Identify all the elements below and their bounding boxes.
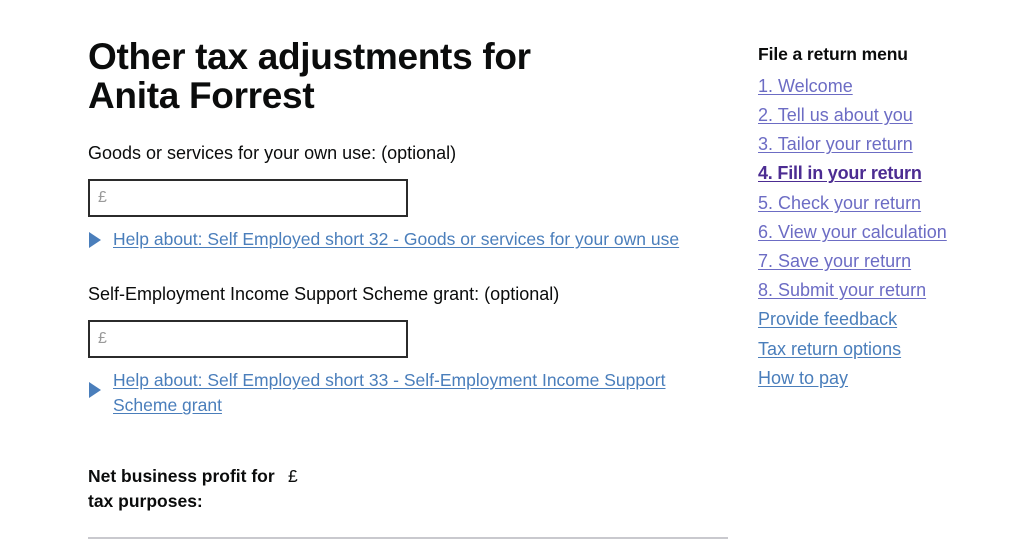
help-row-seiss-grant[interactable]: Help about: Self Employed short 33 - Sel…: [88, 368, 733, 419]
sidebar-item-how-to-pay[interactable]: How to pay: [758, 364, 1008, 393]
sidebar-link-check-your-return[interactable]: 5. Check your return: [758, 189, 921, 218]
sidebar-item-check-your-return[interactable]: 5. Check your return: [758, 189, 1008, 218]
field-goods-or-services: Goods or services for your own use: (opt…: [88, 142, 733, 253]
sidebar-link-tailor-your-return[interactable]: 3. Tailor your return: [758, 130, 913, 159]
sidebar-item-tax-return-options[interactable]: Tax return options: [758, 335, 1008, 364]
sidebar-item-submit-your-return[interactable]: 8. Submit your return: [758, 276, 1008, 305]
seiss-grant-input[interactable]: [88, 320, 408, 359]
sidebar-item-provide-feedback[interactable]: Provide feedback: [758, 305, 1008, 334]
sidebar-item-view-your-calculation[interactable]: 6. View your calculation: [758, 218, 1008, 247]
sidebar-title: File a return menu: [758, 44, 908, 64]
sidebar-link-fill-in-your-return[interactable]: 4. Fill in your return: [758, 159, 922, 188]
main-content: Other tax adjustments for Anita Forrest …: [88, 0, 733, 539]
file-a-return-menu: File a return menu 1. Welcome 2. Tell us…: [758, 0, 1008, 393]
section-divider: [88, 536, 728, 539]
help-link-seiss-grant[interactable]: Help about: Self Employed short 33 - Sel…: [113, 368, 713, 419]
sidebar-link-tax-return-options[interactable]: Tax return options: [758, 335, 901, 364]
sidebar-item-tailor-your-return[interactable]: 3. Tailor your return: [758, 130, 1008, 159]
sidebar-link-submit-your-return[interactable]: 8. Submit your return: [758, 276, 926, 305]
sidebar-link-provide-feedback[interactable]: Provide feedback: [758, 305, 897, 334]
sidebar-link-tell-us-about-you[interactable]: 2. Tell us about you: [758, 101, 913, 130]
sidebar-item-welcome[interactable]: 1. Welcome: [758, 72, 1008, 101]
sidebar-link-welcome[interactable]: 1. Welcome: [758, 72, 853, 101]
field-label-seiss-grant: Self-Employment Income Support Scheme gr…: [88, 283, 560, 304]
field-seiss-grant: Self-Employment Income Support Scheme gr…: [88, 283, 733, 419]
sidebar-link-how-to-pay[interactable]: How to pay: [758, 364, 848, 393]
sidebar-link-view-your-calculation[interactable]: 6. View your calculation: [758, 218, 947, 247]
disclosure-triangle-right-icon[interactable]: [89, 382, 101, 399]
net-business-profit-row: Net business profit for tax purposes: £: [88, 464, 733, 515]
help-row-goods-or-services[interactable]: Help about: Self Employed short 32 - Goo…: [88, 227, 733, 252]
goods-or-services-input[interactable]: [88, 179, 408, 218]
sidebar-link-save-your-return[interactable]: 7. Save your return: [758, 247, 911, 276]
net-business-profit-value: £: [288, 465, 298, 486]
page-title: Other tax adjustments for Anita Forrest: [88, 36, 531, 116]
sidebar-item-tell-us-about-you[interactable]: 2. Tell us about you: [758, 101, 1008, 130]
sidebar-menu-list: 1. Welcome 2. Tell us about you 3. Tailo…: [758, 72, 1008, 393]
net-business-profit-label: Net business profit for tax purposes:: [88, 465, 275, 512]
sidebar-item-fill-in-your-return[interactable]: 4. Fill in your return: [758, 159, 1008, 188]
page-root: Other tax adjustments for Anita Forrest …: [0, 0, 1024, 549]
field-label-goods-or-services: Goods or services for your own use: (opt…: [88, 142, 457, 163]
disclosure-triangle-right-icon[interactable]: [89, 231, 101, 248]
sidebar-item-save-your-return[interactable]: 7. Save your return: [758, 247, 1008, 276]
help-link-goods-or-services[interactable]: Help about: Self Employed short 32 - Goo…: [113, 227, 679, 252]
